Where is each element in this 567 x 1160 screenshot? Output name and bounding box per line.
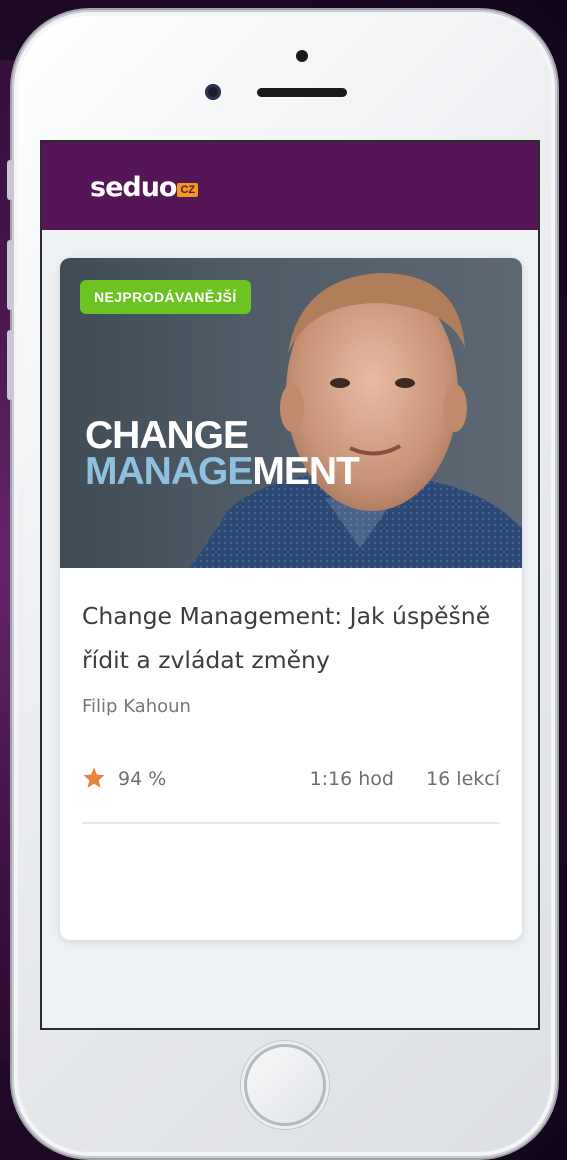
course-stats: 94 % 1:16 hod 16 lekcí (82, 766, 500, 796)
front-camera (205, 84, 221, 100)
course-author: Filip Kahoun (82, 696, 191, 717)
phone-volume-up (7, 240, 13, 310)
seduo-logo[interactable]: seduo CZ (90, 172, 199, 203)
phone-speaker (257, 88, 347, 97)
phone-screen: seduo CZ NEJPRODÁVANĚJŠÍ CHANGE MANAGEME… (40, 140, 540, 1030)
course-duration: 1:16 hod (309, 768, 394, 790)
image-title-line2: MANAGEMENT (85, 450, 360, 493)
phone-sensor (296, 50, 308, 62)
header-bar: seduo CZ (42, 142, 538, 230)
logo-text: seduo (90, 172, 177, 203)
logo-badge: CZ (177, 182, 199, 197)
course-card[interactable]: NEJPRODÁVANĚJŠÍ CHANGE MANAGEMENT Change… (60, 258, 522, 940)
course-title[interactable]: Change Management: Jak úspěšně řídit a z… (82, 594, 512, 682)
course-thumbnail[interactable]: NEJPRODÁVANĚJŠÍ CHANGE MANAGEMENT (60, 258, 522, 568)
bestseller-badge: NEJPRODÁVANĚJŠÍ (80, 280, 251, 314)
phone-volume-down (7, 330, 13, 400)
home-button[interactable] (244, 1044, 326, 1126)
course-rating: 94 % (118, 768, 167, 790)
card-divider (82, 822, 500, 824)
image-title-line2-white: MENT (252, 450, 359, 493)
phone-side-button (7, 160, 13, 200)
star-icon (83, 767, 105, 788)
image-title-line2-blue: MANAGE (85, 450, 253, 493)
course-lessons: 16 lekcí (426, 768, 500, 790)
